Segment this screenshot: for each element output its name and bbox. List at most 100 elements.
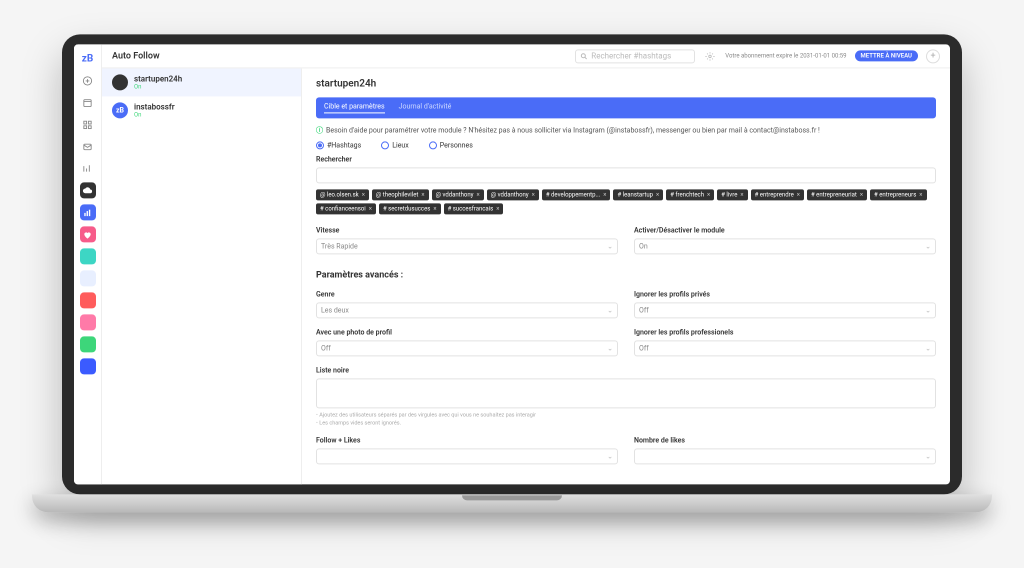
tag-chip[interactable]: # developpementp...×	[542, 189, 611, 200]
tag-chip[interactable]: # entreprendre×	[751, 189, 804, 200]
teal-square-icon[interactable]	[80, 248, 96, 264]
tag-chip[interactable]: @ theophilevilet×	[372, 189, 429, 200]
help-icon: ⓘ	[316, 126, 323, 134]
close-icon[interactable]: ×	[362, 191, 365, 198]
tag-search-input[interactable]	[316, 167, 936, 183]
close-icon[interactable]: ×	[707, 191, 710, 198]
panel-title: startupen24h	[316, 78, 936, 89]
lt-square-icon[interactable]	[80, 270, 96, 286]
chevron-down-icon: ⌄	[925, 344, 931, 352]
chevron-down-icon: ⌄	[925, 452, 931, 460]
tag-chip[interactable]: # leanstartup×	[613, 189, 663, 200]
tag-chip[interactable]: # entrepreneurs×	[870, 189, 926, 200]
close-icon[interactable]: ×	[532, 191, 535, 198]
close-icon[interactable]: ×	[496, 205, 499, 212]
target-type-radios: #Hashtags Lieux Personnes	[316, 141, 936, 149]
chart-icon[interactable]	[80, 160, 96, 176]
close-icon[interactable]: ×	[421, 191, 424, 198]
add-icon[interactable]	[80, 72, 96, 88]
avatar	[112, 74, 128, 90]
tags-container: @ leo.olsen.sk×@ theophilevilet×@ vddant…	[316, 189, 936, 214]
chevron-down-icon: ⌄	[607, 306, 613, 314]
settings-panel: startupen24h Cible et paramètres Journal…	[302, 68, 950, 484]
blacklist-textarea[interactable]	[316, 378, 936, 408]
search-input[interactable]: Rechercher #hashtags	[575, 49, 695, 63]
cloud-icon[interactable]	[80, 182, 96, 198]
gear-icon[interactable]	[703, 49, 717, 63]
radio-hashtags[interactable]: #Hashtags	[316, 141, 361, 149]
radio-lieux[interactable]: Lieux	[381, 141, 409, 149]
activer-label: Activer/Désactiver le module	[634, 226, 936, 234]
tab-targets[interactable]: Cible et paramètres	[324, 102, 385, 113]
page-title: Auto Follow	[112, 51, 160, 61]
close-icon[interactable]: ×	[477, 191, 480, 198]
nb-likes-select[interactable]: ⌄	[634, 448, 936, 464]
tag-chip[interactable]: # confianceensoi×	[316, 203, 376, 214]
tag-chip[interactable]: # frenchtech×	[666, 189, 714, 200]
close-icon[interactable]: ×	[919, 191, 922, 198]
genre-label: Genre	[316, 290, 618, 298]
ignore-private-select[interactable]: Off⌄	[634, 302, 936, 318]
grid-icon[interactable]	[80, 116, 96, 132]
account-status: On	[134, 83, 182, 90]
search-placeholder: Rechercher #hashtags	[591, 51, 671, 60]
help-text: ⓘBesoin d'aide pour paramétrer votre mod…	[316, 126, 936, 135]
hint-text: Ajoutez des utilisateurs séparés par des…	[316, 412, 936, 418]
plus-button[interactable]: +	[926, 49, 940, 63]
chevron-down-icon: ⌄	[925, 242, 931, 250]
search-icon	[580, 52, 588, 60]
heart-icon[interactable]	[80, 226, 96, 242]
green-square-icon[interactable]	[80, 336, 96, 352]
calendar-icon[interactable]	[80, 94, 96, 110]
mail-icon[interactable]	[80, 138, 96, 154]
tag-chip[interactable]: @ vddanthony×	[487, 189, 539, 200]
upgrade-button[interactable]: METTRE À NIVEAU	[855, 50, 918, 61]
account-item[interactable]: zB instabossfr On	[102, 96, 301, 124]
ignore-pro-label: Ignorer les profils professionels	[634, 328, 936, 336]
follow-likes-label: Follow + Likes	[316, 436, 618, 444]
avatar: zB	[112, 102, 128, 118]
accounts-list: startupen24h On zB instabossfr On	[102, 68, 302, 484]
close-icon[interactable]: ×	[740, 191, 743, 198]
red-square-icon[interactable]	[80, 292, 96, 308]
tag-chip[interactable]: @ vddanthony×	[432, 189, 484, 200]
account-status: On	[134, 111, 175, 118]
close-icon[interactable]: ×	[797, 191, 800, 198]
tag-chip[interactable]: # entrepreneuriat×	[807, 189, 867, 200]
chevron-down-icon: ⌄	[607, 242, 613, 250]
expire-text: Votre abonnement expire le 2031-01-01 00…	[725, 52, 846, 59]
vitesse-select[interactable]: Très Rapide⌄	[316, 238, 618, 254]
advanced-heading: Paramètres avancés :	[316, 270, 936, 280]
genre-select[interactable]: Les deux⌄	[316, 302, 618, 318]
ignore-pro-select[interactable]: Off⌄	[634, 340, 936, 356]
tabs: Cible et paramètres Journal d'activité	[316, 97, 936, 118]
photo-label: Avec une photo de profil	[316, 328, 618, 336]
chevron-down-icon: ⌄	[607, 344, 613, 352]
blue2-square-icon[interactable]	[80, 358, 96, 374]
ignore-private-label: Ignorer les profils privés	[634, 290, 936, 298]
pink2-square-icon[interactable]	[80, 314, 96, 330]
left-rail: zB	[74, 44, 102, 484]
nb-likes-label: Nombre de likes	[634, 436, 936, 444]
photo-select[interactable]: Off⌄	[316, 340, 618, 356]
radio-personnes[interactable]: Personnes	[429, 141, 473, 149]
close-icon[interactable]: ×	[369, 205, 372, 212]
tag-chip[interactable]: # secretdusucces×	[379, 203, 441, 214]
tag-chip[interactable]: # livre×	[717, 189, 747, 200]
bars-icon[interactable]	[80, 204, 96, 220]
account-item[interactable]: startupen24h On	[102, 68, 301, 96]
tag-chip[interactable]: @ leo.olsen.sk×	[316, 189, 369, 200]
topbar: Auto Follow Rechercher #hashtags Votre a…	[102, 44, 950, 68]
search-label: Rechercher	[316, 155, 936, 163]
close-icon[interactable]: ×	[656, 191, 659, 198]
tab-journal[interactable]: Journal d'activité	[399, 102, 452, 113]
close-icon[interactable]: ×	[603, 191, 606, 198]
activer-select[interactable]: On⌄	[634, 238, 936, 254]
app-logo-icon[interactable]: zB	[80, 50, 96, 66]
close-icon[interactable]: ×	[860, 191, 863, 198]
chevron-down-icon: ⌄	[607, 452, 613, 460]
vitesse-label: Vitesse	[316, 226, 618, 234]
tag-chip[interactable]: # succesfrancais×	[444, 203, 504, 214]
follow-likes-select[interactable]: ⌄	[316, 448, 618, 464]
close-icon[interactable]: ×	[433, 205, 436, 212]
